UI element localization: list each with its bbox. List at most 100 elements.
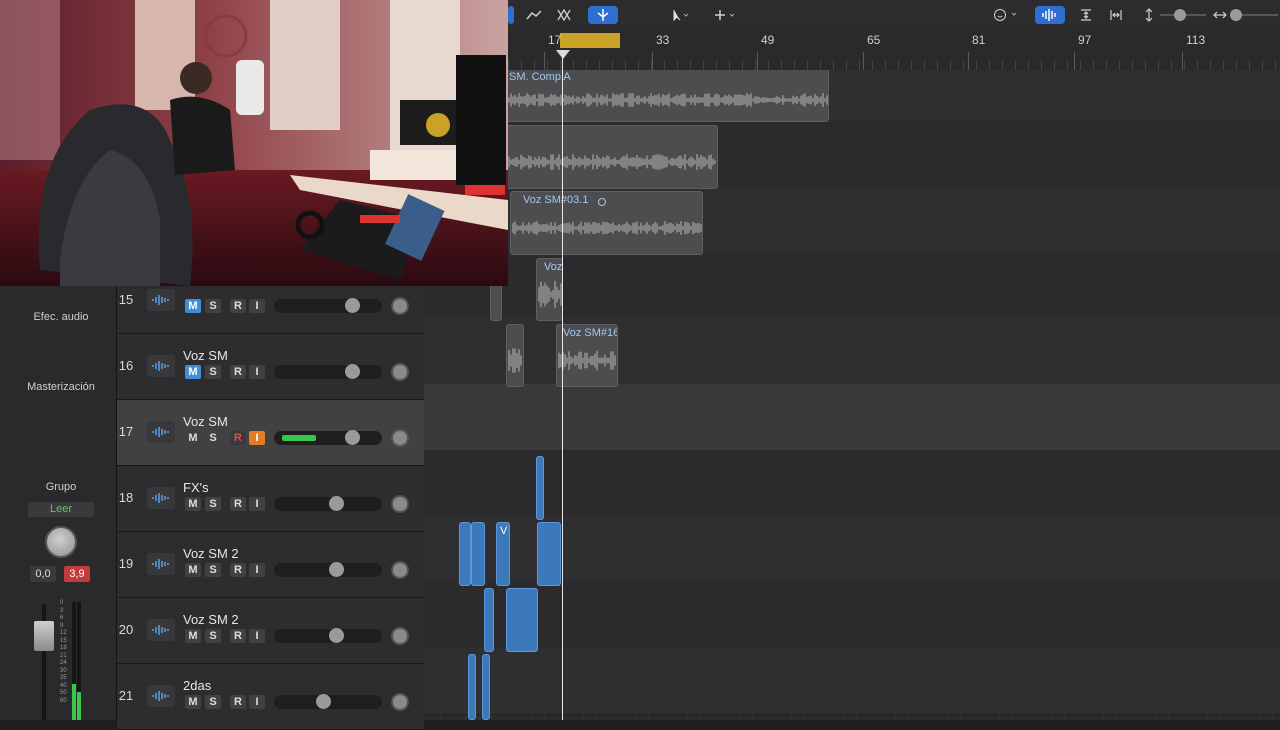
volume-slider-knob[interactable] [345, 430, 360, 445]
mute-button[interactable]: M [185, 299, 201, 313]
mute-button[interactable]: M [185, 431, 201, 445]
audio-region[interactable]: Voz [536, 258, 563, 321]
solo-button[interactable]: S [205, 695, 221, 709]
track-name[interactable]: Voz SM 2 [183, 546, 239, 561]
vertical-fit-icon[interactable] [1074, 6, 1098, 24]
horizontal-zoom-slider[interactable] [1230, 9, 1278, 21]
mute-button[interactable]: M [185, 365, 201, 379]
audio-fx-label[interactable]: Efec. audio [0, 311, 122, 323]
input-monitor-button[interactable]: I [249, 431, 265, 445]
catch-icon[interactable] [588, 6, 618, 24]
track-lane-selected[interactable] [424, 384, 1280, 451]
waveform-icon[interactable] [1035, 6, 1065, 24]
audio-region[interactable]: SM. Comp A [504, 70, 829, 122]
horizontal-zoom-knob[interactable] [1230, 9, 1242, 21]
volume-slider[interactable] [274, 562, 382, 577]
input-monitor-button[interactable]: I [249, 695, 265, 709]
track-name[interactable]: Voz SM 2 [183, 612, 239, 627]
track-name[interactable]: 2das [183, 678, 211, 693]
cycle-region[interactable] [560, 33, 620, 48]
input-monitor-button[interactable]: I [249, 365, 265, 379]
track-header[interactable]: 20 Voz SM 2 M S R I [117, 598, 424, 664]
vertical-zoom-knob[interactable] [1174, 9, 1186, 21]
pan-knob[interactable] [391, 297, 409, 315]
record-button[interactable]: R [230, 695, 246, 709]
group-label[interactable]: Grupo [0, 481, 122, 493]
vertical-zoom-slider[interactable] [1160, 9, 1206, 21]
audio-region[interactable]: Voz SM#03.1 [510, 191, 703, 255]
track-lane[interactable] [424, 318, 1280, 385]
horizontal-fit-icon[interactable] [1104, 6, 1128, 24]
pan-knob[interactable] [391, 495, 409, 513]
track-header[interactable]: 17 Voz SM M S R I [117, 400, 424, 466]
input-monitor-button[interactable]: I [249, 563, 265, 577]
audio-region[interactable] [471, 522, 485, 586]
record-button[interactable]: R [230, 629, 246, 643]
track-name[interactable]: FX's [183, 480, 209, 495]
flex-icon[interactable] [552, 6, 576, 24]
audio-region[interactable] [468, 654, 476, 720]
audio-region[interactable] [504, 125, 718, 189]
smiley-icon[interactable] [988, 6, 1024, 24]
input-monitor-button[interactable]: I [249, 497, 265, 511]
volume-value[interactable]: 0,0 [30, 566, 56, 582]
peak-value[interactable]: 3,9 [64, 566, 90, 582]
toolbar-edge-button[interactable] [508, 6, 514, 24]
bar-ruler[interactable]: 17 33 49 65 81 97 113 [508, 30, 1280, 70]
audio-region[interactable] [490, 283, 502, 321]
fader-cap[interactable] [34, 621, 54, 651]
tracks-area[interactable]: SM. Comp A Voz SM#03.1 Voz Voz SM#16 V [424, 70, 1280, 720]
pan-knob[interactable] [391, 561, 409, 579]
audio-region[interactable] [506, 588, 538, 652]
audio-region[interactable]: V [496, 522, 510, 586]
volume-slider[interactable] [274, 364, 382, 379]
input-monitor-button[interactable]: I [249, 629, 265, 643]
playhead-triangle-icon[interactable] [556, 50, 570, 64]
volume-slider[interactable] [274, 430, 382, 445]
mute-button[interactable]: M [185, 695, 201, 709]
record-button[interactable]: R [230, 299, 246, 313]
track-header[interactable]: 18 FX's M S R I [117, 466, 424, 532]
audio-region[interactable] [537, 522, 561, 586]
mute-button[interactable]: M [185, 497, 201, 511]
automation-curve-icon[interactable] [522, 6, 546, 24]
automation-mode-button[interactable]: Leer [28, 502, 94, 517]
audio-region[interactable] [536, 456, 544, 520]
input-monitor-button[interactable]: I [249, 299, 265, 313]
track-lane[interactable] [424, 450, 1280, 517]
mastering-label[interactable]: Masterización [0, 381, 122, 393]
volume-slider[interactable] [274, 496, 382, 511]
audio-region[interactable] [459, 522, 471, 586]
pan-knob[interactable] [391, 627, 409, 645]
playhead[interactable] [562, 50, 563, 720]
volume-slider[interactable] [274, 628, 382, 643]
track-lane[interactable] [424, 582, 1280, 649]
audio-region[interactable] [482, 654, 490, 720]
volume-slider-knob[interactable] [345, 298, 360, 313]
solo-button[interactable]: S [205, 629, 221, 643]
solo-button[interactable]: S [205, 365, 221, 379]
record-button[interactable]: R [230, 497, 246, 511]
solo-button[interactable]: S [205, 563, 221, 577]
track-lane[interactable] [424, 648, 1280, 715]
volume-slider[interactable] [274, 694, 382, 709]
solo-button[interactable]: S [205, 497, 221, 511]
track-header[interactable]: 19 Voz SM 2 M S R I [117, 532, 424, 598]
pan-knob[interactable] [391, 363, 409, 381]
track-header[interactable]: 21 2das M S R I [117, 664, 424, 730]
audio-region[interactable] [484, 588, 494, 652]
pan-knob[interactable] [45, 526, 77, 558]
vertical-zoom-icon[interactable] [1142, 6, 1156, 24]
record-button[interactable]: R [230, 431, 246, 445]
volume-slider-knob[interactable] [329, 628, 344, 643]
mute-button[interactable]: M [185, 563, 201, 577]
audio-region[interactable]: Voz SM#16 [556, 324, 618, 387]
solo-button[interactable]: S [205, 431, 221, 445]
plus-crosshair-icon[interactable] [708, 6, 742, 24]
record-button[interactable]: R [230, 563, 246, 577]
volume-slider-knob[interactable] [316, 694, 331, 709]
pointer-icon[interactable] [666, 6, 696, 24]
volume-slider[interactable] [274, 298, 382, 313]
record-button[interactable]: R [230, 365, 246, 379]
pan-knob[interactable] [391, 429, 409, 447]
